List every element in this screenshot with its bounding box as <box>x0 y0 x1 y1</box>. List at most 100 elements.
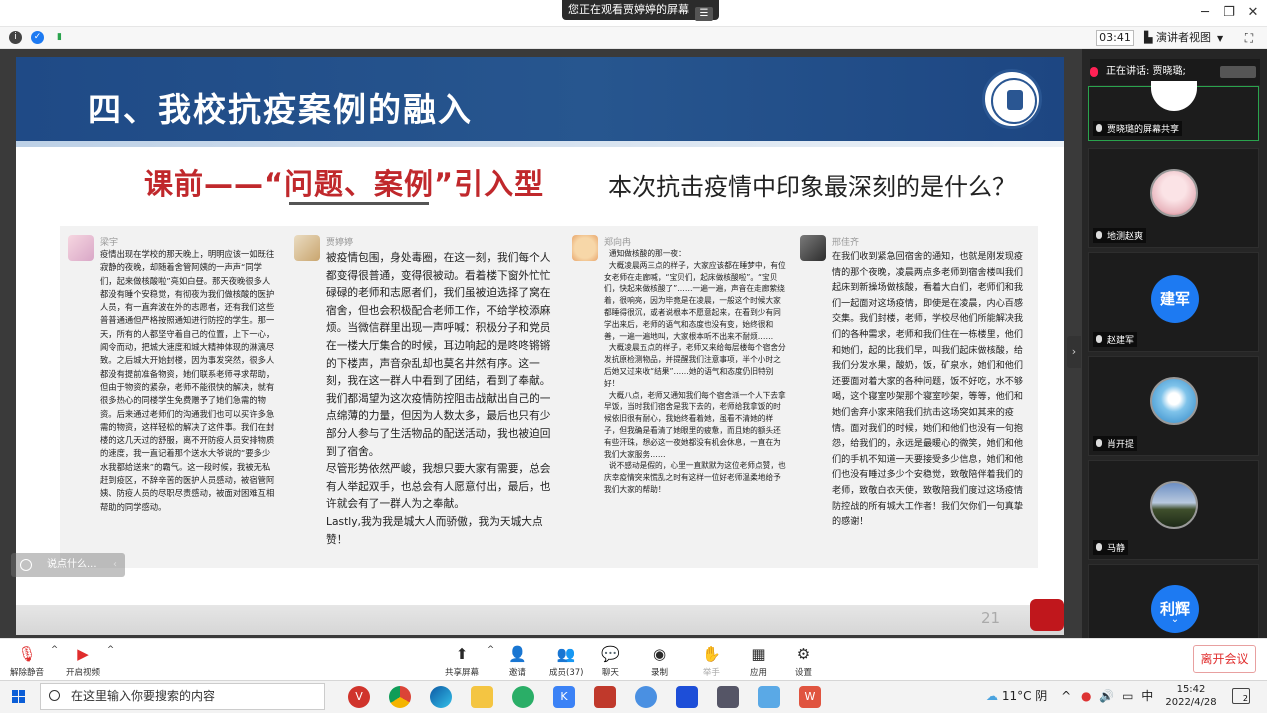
chevron-up-icon[interactable]: ^ <box>1061 689 1071 703</box>
settings-label: 设置 <box>795 668 813 678</box>
participants-button[interactable]: 👥 成员(37) <box>549 645 583 678</box>
taskbar-clock[interactable]: 15:42 2022/4/28 <box>1165 683 1217 709</box>
share-options-chevron[interactable]: ^ <box>487 645 494 655</box>
participant-avatar <box>1150 169 1198 217</box>
slide-title: 四、我校抗疫案例的融入 <box>88 90 473 129</box>
student-avatar <box>800 235 826 261</box>
university-seal-logo <box>982 69 1042 129</box>
screen-share-indicator[interactable]: 您正在观看贾婷婷的屏幕 ☰ <box>562 0 719 21</box>
taskbar-app-icon[interactable] <box>676 686 698 708</box>
share-screen-label: 共享屏幕 <box>445 668 480 678</box>
participant-tile[interactable]: 地测赵爽 <box>1088 148 1259 248</box>
participant-name: 赵建军 <box>1093 332 1138 347</box>
participant-tile[interactable]: 马静 <box>1088 460 1259 560</box>
clock-date: 2022/4/28 <box>1165 697 1217 708</box>
clock-time: 15:42 <box>1176 684 1206 695</box>
chat-button[interactable]: 💬 聊天 <box>601 645 620 678</box>
chrome-icon[interactable] <box>389 686 411 708</box>
student-testimony: 在我们收到紧急回宿舍的通知，也就是刚发现疫情的那个夜晚，凌晨两点多老师到宿舍楼叫… <box>832 252 1023 528</box>
minimize-icon[interactable]: ─ <box>1194 4 1216 22</box>
record-label: 录制 <box>651 668 669 678</box>
powerpoint-icon[interactable]: W <box>799 686 821 708</box>
student-avatar <box>572 235 598 261</box>
apps-button[interactable]: ▦ 应用 <box>750 645 767 678</box>
participant-tile[interactable]: 建军 赵建军 <box>1088 252 1259 352</box>
slide-nav-button[interactable] <box>1030 599 1064 631</box>
chevron-left-icon[interactable]: ‹ <box>113 553 117 577</box>
system-tray: ☁ 11°C 阴 ^ ● 🔊 ▭ 中 <box>986 682 1153 712</box>
video-options-chevron[interactable]: ^ <box>107 645 114 655</box>
apps-label: 应用 <box>750 668 768 678</box>
microphone-icon <box>1090 67 1098 77</box>
taskbar-search-input[interactable]: 在这里输入你要搜索的内容 <box>40 683 325 710</box>
student-avatar <box>294 235 320 261</box>
weather-text[interactable]: 11°C 阴 <box>1002 689 1047 703</box>
participant-tile[interactable]: 肖开提 <box>1088 356 1259 456</box>
video-off-icon: ▶ <box>77 645 89 663</box>
collapse-gallery-button[interactable]: › <box>1067 336 1081 368</box>
notification-icon[interactable]: 2 <box>1232 688 1250 704</box>
leave-meeting-button[interactable]: 离开会议 <box>1193 645 1256 673</box>
taskbar-app-icon[interactable] <box>758 686 780 708</box>
slide-page-number: 21 <box>981 609 1001 627</box>
presenter-view-label: 演讲者视图 <box>1155 31 1211 44</box>
restore-icon[interactable]: ❐ <box>1218 4 1240 22</box>
unmute-label: 解除静音 <box>10 668 45 678</box>
meeting-controls-toolbar: 🎙 解除静音 ^ ▶ 开启视频 ^ ⬆ 共享屏幕 ^ 👤 邀请 👥 成员(37) 💬 聊天 … <box>0 638 1267 680</box>
meeting-status-bar: i ✓ ▮ 03:41 ▙ 演讲者视图 ▼ ⛶ <box>0 27 1267 49</box>
taskbar-app-icon[interactable] <box>717 686 739 708</box>
student-testimony: 疫情出现在学校的那天晚上，明明应该一如既往寂静的夜晚，却随着舍管阿姨的一声声“同… <box>100 249 275 512</box>
info-icon[interactable]: i <box>9 31 22 44</box>
close-icon[interactable]: ✕ <box>1242 4 1264 22</box>
windows-start-icon[interactable] <box>12 690 26 704</box>
hamburger-icon[interactable]: ☰ <box>695 7 713 21</box>
student-card: 邢佳齐 在我们收到紧急回宿舍的通知，也就是刚发现疫情的那个夜晚，凌晨两点多老师到… <box>800 235 1036 565</box>
file-explorer-icon[interactable] <box>471 686 493 708</box>
edge-icon[interactable] <box>430 686 452 708</box>
fullscreen-icon[interactable]: ⛶ <box>1241 30 1257 46</box>
ime-indicator[interactable]: 中 <box>1141 689 1153 703</box>
chat-placeholder: 说点什么... <box>47 559 97 570</box>
start-video-button[interactable]: ▶ 开启视频 <box>66 645 100 678</box>
settings-button[interactable]: ⚙ 设置 <box>795 645 812 678</box>
student-testimony: 通知做核酸的那一夜： 大概凌晨两三点的样子，大家应该都在睡梦中，有位女老师在走廊… <box>604 249 786 494</box>
raise-hand-button[interactable]: ✋ 举手 <box>702 645 721 678</box>
chevron-down-icon[interactable]: ⌄ <box>1164 612 1186 628</box>
chat-label: 聊天 <box>601 668 619 678</box>
wechat-icon[interactable] <box>512 686 534 708</box>
keyboard-icon[interactable]: ▭ <box>1122 689 1133 703</box>
record-icon: ◉ <box>652 645 667 663</box>
chevron-down-icon: ▼ <box>1216 34 1224 43</box>
presenter-view-dropdown[interactable]: ▙ 演讲者视图 ▼ <box>1144 30 1223 46</box>
signal-icon[interactable]: ▮ <box>53 31 66 44</box>
search-placeholder: 在这里输入你要搜索的内容 <box>71 689 216 703</box>
participants-label: 成员(37) <box>549 668 584 678</box>
slide-question: 本次抗击疫情中印象最深刻的是什么？ <box>608 173 1016 201</box>
taskbar-app-icon[interactable]: K <box>553 686 575 708</box>
shared-screen-stage: 四、我校抗疫案例的融入 课前——“问题、案例”引入型 本次抗击疫情中印象最深刻的… <box>0 49 1082 638</box>
share-screen-button[interactable]: ⬆ 共享屏幕 <box>445 645 479 678</box>
taskbar-app-icon[interactable] <box>635 686 657 708</box>
record-button[interactable]: ◉ 录制 <box>651 645 668 678</box>
taskbar-app-icon[interactable]: V <box>348 686 370 708</box>
student-avatar <box>68 235 94 261</box>
chat-input[interactable]: 说点什么... ‹ <box>11 553 125 577</box>
meeting-timer: 03:41 <box>1096 30 1134 46</box>
unmute-button[interactable]: 🎙 解除静音 <box>10 645 44 678</box>
active-speaker-label: 正在讲话: 贾晓璐; <box>1106 66 1186 77</box>
invite-button[interactable]: 👤 邀请 <box>508 645 527 678</box>
taskbar-app-icon[interactable] <box>594 686 616 708</box>
slide-subtitle: 课前——“问题、案例”引入型 <box>144 167 545 201</box>
volume-icon[interactable]: 🔊 <box>1099 689 1114 703</box>
tray-app-icon[interactable]: ● <box>1081 689 1091 703</box>
apps-grid-icon: ▦ <box>751 645 766 663</box>
audio-options-chevron[interactable]: ^ <box>51 645 58 655</box>
presenter-view-icon: ▙ <box>1144 31 1156 44</box>
shield-icon[interactable]: ✓ <box>31 31 44 44</box>
raise-hand-label: 举手 <box>702 668 720 678</box>
search-icon <box>49 690 60 701</box>
gallery-toggle-icon[interactable] <box>1220 66 1256 78</box>
add-person-icon: 👤 <box>508 645 527 663</box>
participant-tile[interactable]: 贾晓璐的屏幕共享 <box>1088 81 1259 141</box>
share-indicator-text: 您正在观看贾婷婷的屏幕 <box>568 3 689 16</box>
